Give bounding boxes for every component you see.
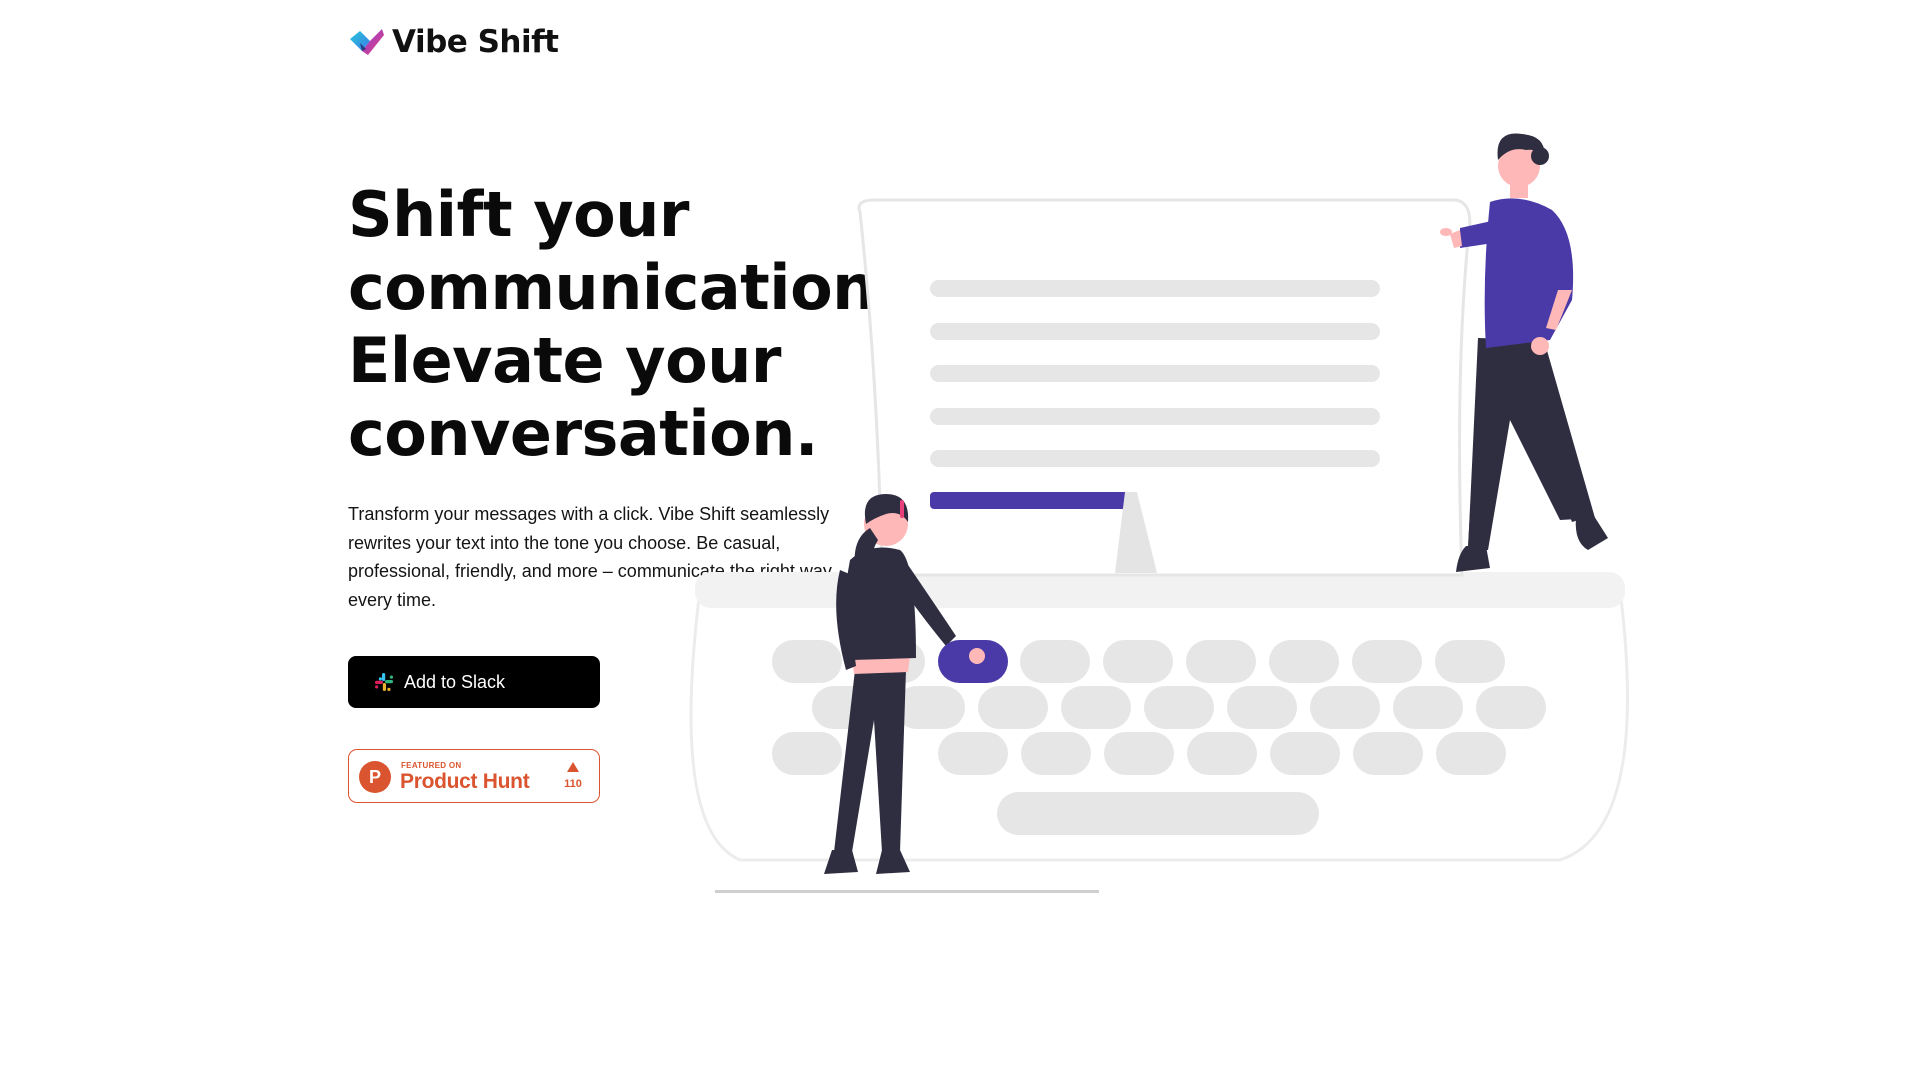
product-hunt-badge[interactable]: P FEATURED ON Product Hunt 110 [348,749,600,803]
landing-page: Vibe Shift Shift your communication. Ele… [0,0,1920,1080]
product-hunt-logo-icon: P [359,761,391,793]
add-to-slack-label: Add to Slack [404,671,506,692]
featured-on-label: FEATURED ON [401,761,462,770]
paper-line [930,365,1380,382]
paper-line [930,450,1380,467]
add-to-slack-button[interactable]: Add to Slack [348,656,600,708]
product-hunt-logo-letter: P [369,767,381,787]
typewriter-carriage [695,572,1625,608]
brand-name: Vibe Shift [392,24,559,60]
paper-line-active [930,492,1134,509]
typewriter-illustration [689,133,1629,893]
paper-line [930,280,1380,297]
slack-icon [375,673,393,691]
floor-line [715,890,1099,893]
paper-line [930,323,1380,340]
vibe-shift-logo-icon [350,29,384,55]
upvote-count: 110 [564,778,582,790]
paper-line [930,408,1380,425]
typewriter-paper [857,198,1472,577]
upvote-arrow-icon [567,762,579,772]
man-figure [1440,133,1608,572]
product-hunt-name: Product Hunt [400,770,530,793]
brand-logo[interactable]: Vibe Shift [348,24,559,60]
